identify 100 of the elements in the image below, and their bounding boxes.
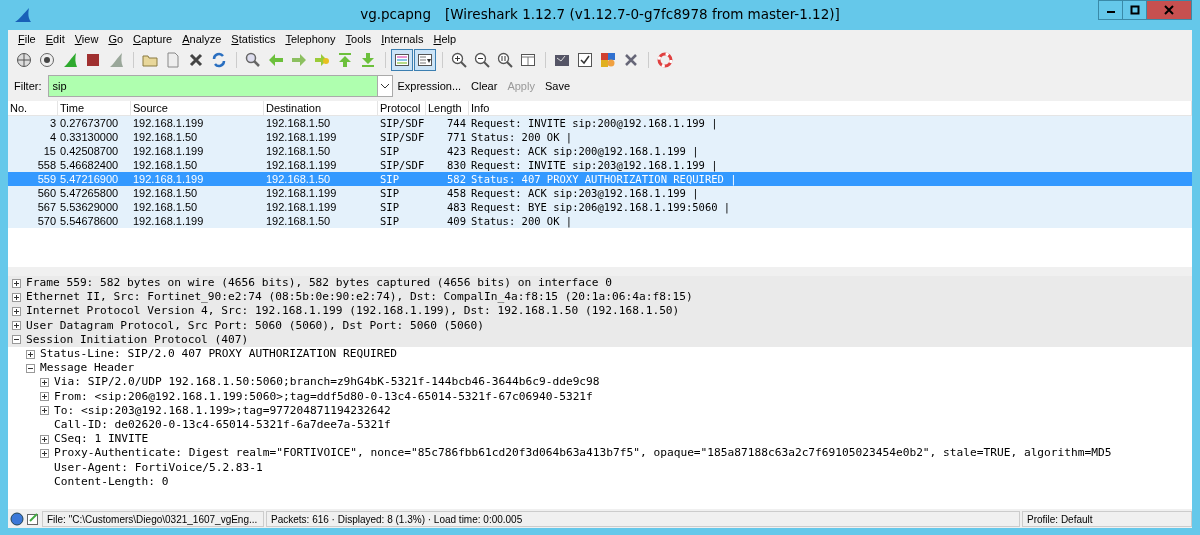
table-cell-text: 192.168.1.199 [265,200,338,214]
menu-item[interactable]: Statistics [226,33,281,45]
status-profile[interactable]: Profile: Default [1022,510,1192,527]
table-cell-text: SIP [379,200,400,214]
table-cell-text: 560 [36,186,57,200]
tree-item[interactable]: Message Header [40,361,135,376]
table-cell-text: 0.33130000 [59,130,120,144]
window-title: vg.pcapng [360,6,431,22]
table-cell-text: Status: 407 PROXY AUTHORIZATION REQUIRED | [470,172,738,186]
column-header[interactable]: Time [58,101,131,115]
table-cell-text: 192.168.1.199 [132,172,205,186]
menu-item[interactable]: Telephony [280,33,341,45]
table-cell-text: Request: BYE sip:206@192.168.1.199:5060 | [470,200,732,214]
tree-item[interactable]: To: <sip:203@192.168.1.199>;tag=977204871194232642 [54,403,391,418]
filter-button[interactable]: Save [539,80,575,92]
window-subtitle: [Wireshark 1.12.7 (v1.12.7-0-g7fc8978 from master-1.12)] [445,6,840,22]
maximize-button[interactable] [1122,0,1147,20]
table-cell-text: 0.42508700 [59,144,120,158]
table-cell-text: 567 [36,200,57,214]
menu-item[interactable]: Internals [376,33,429,45]
expander-icon[interactable] [12,278,21,288]
expander-icon[interactable] [26,349,35,359]
expander-icon[interactable] [40,448,49,458]
expander-icon[interactable] [12,306,21,316]
expander-icon[interactable] [40,377,49,387]
packet-row[interactable]: 4 0.33130000 192.168.1.50 192.168.1.199 SIP/SDF 771 Status: 200 OK | [8,130,1192,144]
menu-item[interactable]: Analyze [177,33,227,45]
table-cell-text: SIP/SDF [379,158,426,172]
expander-icon[interactable] [12,321,21,331]
column-header[interactable]: Source [131,101,264,115]
packet-row[interactable]: 567 5.53629000 192.168.1.50 192.168.1.199 SIP 483 Request: BYE sip:206@192.168.1.199:5060 | [8,200,1192,214]
menu-item[interactable]: Go [103,33,129,45]
auto-scroll-icon[interactable] [414,49,436,71]
column-header[interactable]: Destination [264,101,378,115]
maximize-icon [1129,5,1140,15]
status-dot-icon[interactable] [10,511,24,526]
tree-item[interactable]: From: <sip:206@192.168.1.199:5060>;tag=ddf5d80-0-13c4-65014-5321f-67c06940-5321f [54,389,593,404]
column-header[interactable]: No. [8,101,58,115]
close-button[interactable] [1146,0,1192,20]
menu-item[interactable]: Tools [340,33,377,45]
table-cell-text: SIP [379,172,400,186]
table-cell-text: 4 [48,130,57,144]
menu-item[interactable]: File [13,33,41,45]
menu-item[interactable]: Help [428,33,462,45]
tree-item[interactable]: CSeq: 1 INVITE [54,432,149,447]
column-header[interactable]: Info [469,101,1192,115]
table-cell-text: Request: INVITE sip:200@192.168.1.199 | [470,116,719,130]
filter-label: Filter: [14,80,42,92]
table-cell-text: 192.168.1.50 [132,130,199,144]
table-cell-text: 192.168.1.50 [265,214,332,228]
table-cell-text: SIP [379,186,400,200]
tree-item[interactable]: Call-ID: de02620-0-13c4-65014-5321f-6a7dee7a-5321f [54,417,391,432]
expander-icon[interactable] [26,363,35,373]
packet-row[interactable]: 570 5.54678600 192.168.1.199 192.168.1.50 SIP 409 Status: 200 OK | [8,214,1192,228]
table-cell-text: SIP/SDF [379,116,426,130]
table-cell-text: 5.53629000 [59,200,120,214]
packet-row[interactable]: 558 5.46682400 192.168.1.50 192.168.1.199 SIP/SDF 830 Request: INVITE sip:203@192.168.1.199 | [8,158,1192,172]
table-cell-text: 423 [446,144,467,158]
filter-field[interactable]: sip [47,75,378,97]
table-cell-text: 5.46682400 [59,158,120,172]
column-header[interactable]: Length [426,101,469,115]
tree-item[interactable]: Status-Line: SIP/2.0 407 PROXY AUTHORIZATION REQUIRED [40,347,397,362]
tree-item[interactable]: Content-Length: 0 [54,474,169,489]
colorize-list-icon[interactable] [391,49,413,71]
menu-item[interactable]: View [69,33,104,45]
expander-icon[interactable] [40,434,49,444]
tree-item[interactable]: Session Initiation Protocol (407) [26,332,249,347]
tree-item[interactable]: Proxy-Authenticate: Digest realm="FORTIVOICE", nonce="85c786fbb61cd20f3d064b63a413b7f5", opaque="185a87188c63a2c7f69105023454e0b2", stale=TRUE, algorithm=MD5 [54,446,1112,461]
table-cell-text: 192.168.1.199 [265,186,338,200]
edit-note-icon[interactable] [26,511,40,526]
menu-item[interactable]: Edit [40,33,70,45]
table-cell-text: 744 [446,116,467,130]
expander-icon[interactable] [12,292,21,302]
close-icon [1164,5,1174,15]
table-cell-text: Status: 200 OK | [470,214,574,228]
packet-row[interactable]: 3 0.27673700 192.168.1.199 192.168.1.50 SIP/SDF 744 Request: INVITE sip:200@192.168.1.199 | [8,116,1192,130]
table-cell-text: SIP [379,144,400,158]
table-cell-text: 3 [48,116,57,130]
column-header[interactable]: Protocol [378,101,426,115]
caret-icon [379,83,390,89]
status-packets: Packets: 616 · Displayed: 8 (1.3%) · Load time: 0:00.005 [266,510,1020,527]
table-cell-text: 5.47216900 [59,172,120,186]
table-cell-text: 192.168.1.50 [265,144,332,158]
filter-button[interactable]: Clear [466,80,503,92]
expander-icon[interactable] [40,392,49,402]
table-cell-text: 192.168.1.50 [132,200,199,214]
menu-item[interactable]: Capture [128,33,178,45]
minimize-button[interactable] [1098,0,1123,20]
table-cell-text: 830 [446,158,467,172]
table-cell-text: 558 [36,158,57,172]
tree-item[interactable]: Via: SIP/2.0/UDP 192.168.1.50:5060;branch=z9hG4bK-5321f-144bcb46-3644b6c9-dde9c98 [54,375,600,390]
tree-item[interactable]: User-Agent: FortiVoice/5.2.83-1 [54,460,263,475]
packet-row[interactable]: 15 0.42508700 192.168.1.199 192.168.1.50 SIP 423 Request: ACK sip:200@192.168.1.199 | [8,144,1192,158]
expander-icon[interactable] [12,335,21,345]
filter-button[interactable]: Expression... [392,80,467,92]
table-cell-text: Request: ACK sip:200@192.168.1.199 | [470,144,700,158]
table-cell-text: 192.168.1.199 [265,130,338,144]
table-cell-text: Request: INVITE sip:203@192.168.1.199 | [470,158,719,172]
packet-row[interactable]: 560 5.47265800 192.168.1.50 192.168.1.199 SIP 458 Request: ACK sip:203@192.168.1.199 | [8,186,1192,200]
expander-icon[interactable] [40,406,49,416]
